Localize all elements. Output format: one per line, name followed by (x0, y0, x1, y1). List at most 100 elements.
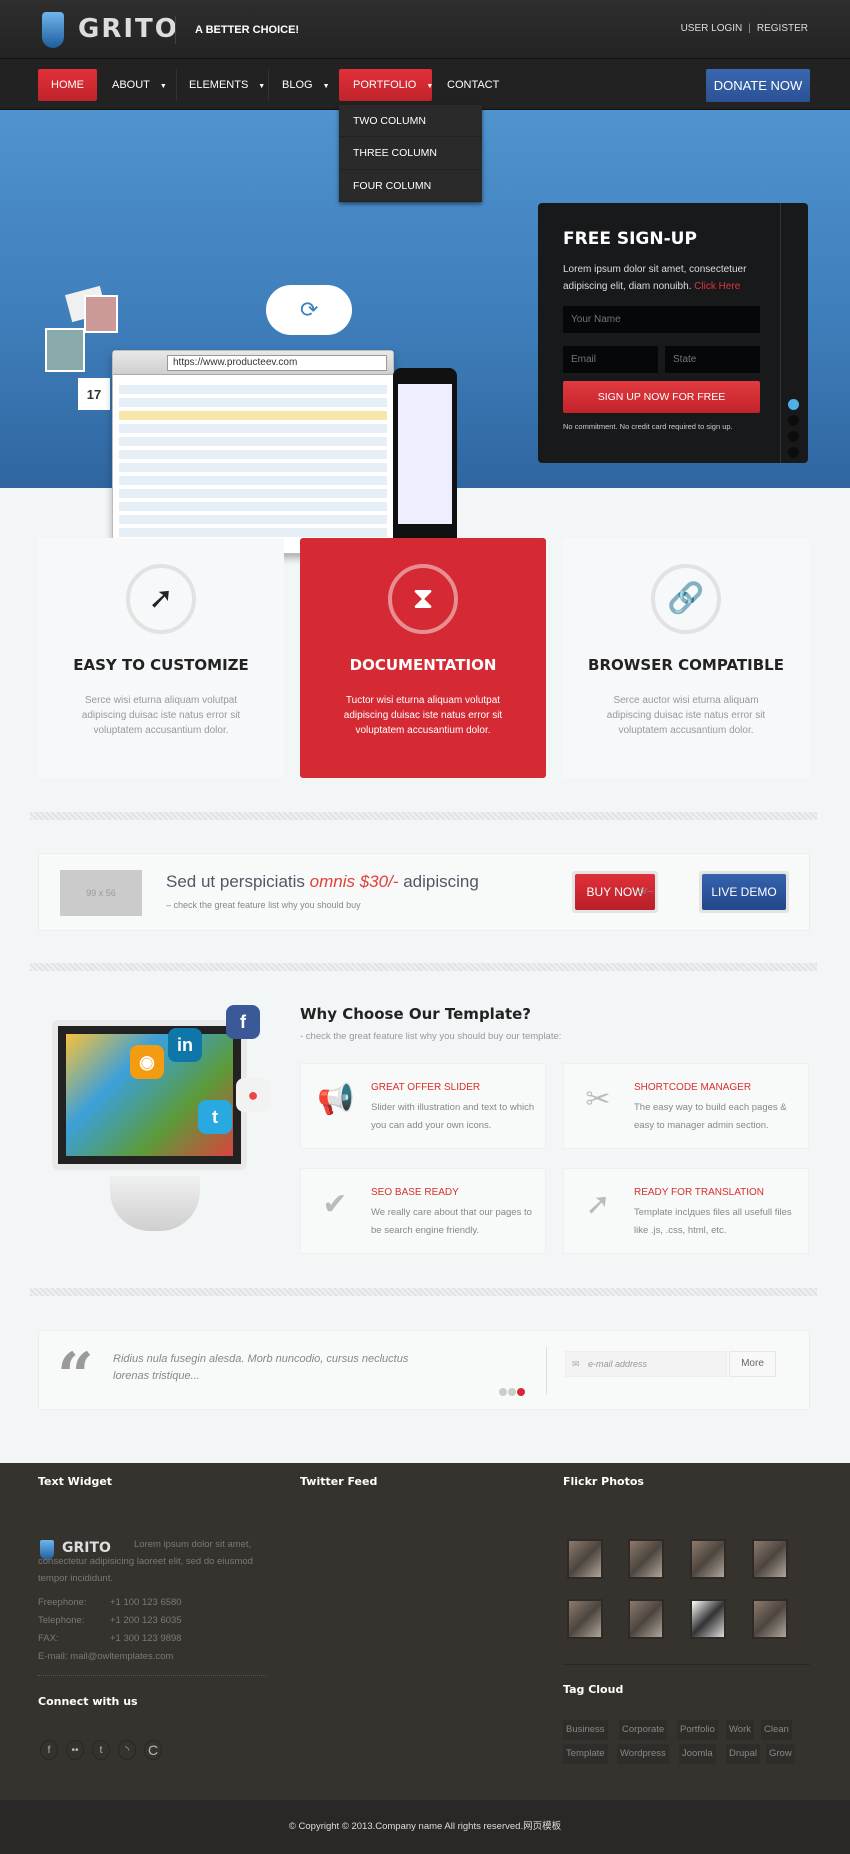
tag[interactable]: Business (563, 1720, 608, 1740)
dropdown-item-two-column[interactable]: TWO COLUMN (339, 105, 482, 138)
feature-text: Serce wisi eturna aliquam volutpat adipi… (81, 695, 241, 736)
nav-blog[interactable]: BLOG ▼ (268, 69, 344, 101)
browser-url: https://www.producteev.com (167, 355, 387, 371)
slider-dot[interactable] (788, 447, 799, 458)
flickr-photo[interactable] (752, 1599, 788, 1639)
cta-title-text: Sed ut perspiciatis (166, 872, 310, 891)
cloud-sync-icon: ⟳ (266, 285, 352, 335)
tag[interactable]: Drupal (726, 1744, 760, 1764)
nav-portfolio[interactable]: PORTFOLIO ▼ (339, 69, 433, 101)
testimonial-bar: “ Ridius nula fusegin alesda. Morb nunco… (38, 1330, 810, 1414)
user-login-link[interactable]: USER LOGIN (681, 23, 743, 34)
contact-label: FAX: (38, 1633, 59, 1644)
footer-heading: Tag Cloud (563, 1683, 624, 1696)
tag[interactable]: Corporate (619, 1720, 668, 1740)
tag[interactable]: Grow (766, 1744, 795, 1764)
newsletter-email-input[interactable]: ✉ e-mail address (565, 1351, 727, 1377)
facebook-icon[interactable]: f (40, 1740, 58, 1760)
tag[interactable]: Clean (761, 1720, 792, 1740)
dropdown-item-four-column[interactable]: FOUR COLUMN (339, 170, 482, 202)
testimonial-dot[interactable] (508, 1388, 516, 1396)
slider-dot[interactable] (788, 415, 799, 426)
contact-label: Freephone: (38, 1597, 87, 1608)
rss-icon[interactable]: ◝ (118, 1740, 136, 1760)
dropdown-item-three-column[interactable]: THREE COLUMN (339, 137, 482, 170)
feature-card: 🔗 BROWSER COMPATIBLE Serce auctor wisi e… (563, 538, 809, 778)
site-header: GRITO A BETTER CHOICE! USER LOGIN | REGIST… (0, 0, 850, 59)
footer-heading: Connect with us (38, 1695, 138, 1708)
quote-icon: “ (57, 1339, 94, 1414)
nav-label: ELEMENTS (189, 79, 249, 91)
feature-card: ⧗ DOCUMENTATION Tuctor wisi eturna aliqu… (300, 538, 546, 778)
tag[interactable]: Wordpress (617, 1744, 669, 1764)
register-link[interactable]: REGISTER (757, 23, 808, 34)
nav-label: ABOUT (112, 79, 150, 91)
phone-illustration (393, 368, 457, 548)
imac-stand (110, 1176, 200, 1231)
why-card: ✔ SEO BASE READY We really care about th… (300, 1168, 546, 1254)
live-demo-button[interactable]: LIVE DEMO (699, 871, 789, 913)
browser-illustration: https://www.producteev.com (112, 350, 394, 554)
logo-mask-icon (42, 12, 64, 48)
skype-icon[interactable]: C (144, 1740, 162, 1760)
click-here-link[interactable]: Click Here (694, 281, 740, 292)
section-subtitle: - check the great feature list why you s… (300, 1031, 562, 1042)
caret-down-icon: ▼ (258, 83, 266, 90)
twitter-icon[interactable]: t (92, 1740, 110, 1760)
why-card-title: SEO BASE READY (371, 1187, 459, 1198)
donate-button[interactable]: DONATE NOW (706, 69, 810, 102)
why-card-text: The easy way to build each pages & easy … (634, 1102, 787, 1131)
nav-home[interactable]: HOME (38, 69, 97, 101)
flickr-photo[interactable] (690, 1599, 726, 1639)
live-demo-label: LIVE DEMO (702, 874, 786, 910)
testimonial-dot-active[interactable] (517, 1388, 525, 1396)
cta-price: omnis $30/- (309, 872, 399, 891)
slider-dot-active[interactable] (788, 399, 799, 410)
tag[interactable]: Joomla (679, 1744, 716, 1764)
flickr-photo[interactable] (752, 1539, 788, 1579)
why-card-title: GREAT OFFER SLIDER (371, 1082, 481, 1093)
state-input[interactable] (665, 346, 760, 373)
footer-heading: Flickr Photos (563, 1475, 644, 1488)
name-input[interactable] (563, 306, 760, 333)
feature-title: DOCUMENTATION (349, 656, 497, 674)
email-link[interactable]: mail@owltemplates.com (70, 1651, 173, 1662)
contact-value: +1 300 123 9898 (110, 1633, 182, 1644)
slider-dot[interactable] (788, 431, 799, 442)
or-separator: –or– (633, 886, 654, 897)
flickr-photo[interactable] (690, 1539, 726, 1579)
avatar (84, 295, 118, 333)
copyright-bar: © Copyright © 2013.Company name All righ… (0, 1800, 850, 1854)
avatar (45, 328, 85, 372)
email-input[interactable] (563, 346, 658, 373)
more-button[interactable]: More (729, 1351, 776, 1377)
nav-contact[interactable]: CONTACT (433, 69, 513, 101)
tag[interactable]: Work (726, 1720, 754, 1740)
cta-title: Sed ut perspiciatis omnis $30/- adipisci… (166, 872, 479, 892)
flickr-icon[interactable]: •• (66, 1740, 84, 1760)
flickr-photo[interactable] (567, 1599, 603, 1639)
chat-check-icon: ✔ (322, 1188, 348, 1221)
tag[interactable]: Portfolio (677, 1720, 718, 1740)
trending-up-icon: ➚ (126, 564, 196, 634)
feature-title: BROWSER COMPATIBLE (588, 656, 784, 674)
why-card: ➚ READY FOR TRANSLATION Template inclдue… (563, 1168, 809, 1254)
nav-label: PORTFOLIO (353, 79, 417, 91)
megaphone-icon: 📢 (317, 1083, 355, 1116)
signup-button[interactable]: SIGN UP NOW FOR FREE (563, 381, 760, 413)
logo[interactable]: GRITO (78, 14, 179, 44)
testimonial-dot[interactable] (499, 1388, 507, 1396)
nav-elements[interactable]: ELEMENTS ▼ (175, 69, 279, 101)
flickr-photo[interactable] (628, 1599, 664, 1639)
browser-toolbar: https://www.producteev.com (113, 351, 393, 375)
contact-value: +1 200 123 6035 (110, 1615, 182, 1626)
email-placeholder: e-mail address (588, 1359, 648, 1369)
nav-about[interactable]: ABOUT ▼ (98, 69, 181, 101)
nav-label: CONTACT (447, 79, 500, 91)
tag[interactable]: Template (563, 1744, 608, 1764)
footer-email: E-mail: mail@owltemplates.com (38, 1648, 173, 1665)
imac-illustration (52, 1020, 247, 1170)
flickr-photo[interactable] (628, 1539, 664, 1579)
main-nav: HOME ABOUT ▼ ELEMENTS ▼ BLOG ▼ PORTFOLIO ▼ C… (0, 59, 850, 110)
flickr-photo[interactable] (567, 1539, 603, 1579)
